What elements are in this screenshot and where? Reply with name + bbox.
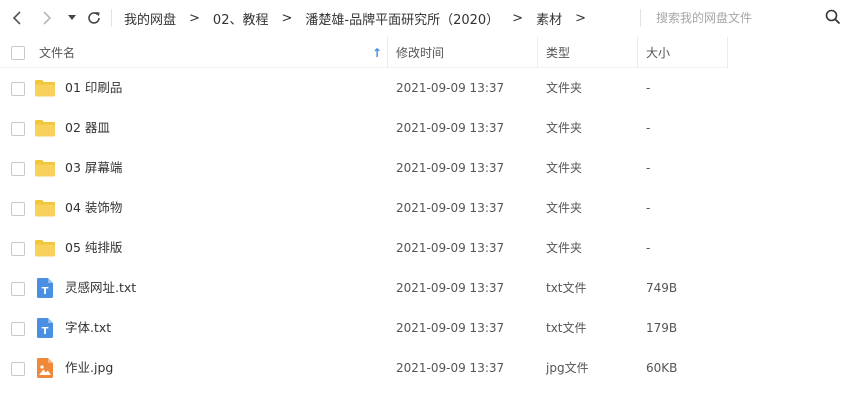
breadcrumb-item-course[interactable]: 潘楚雄-品牌平面研究所（2020） <box>305 9 499 28</box>
file-type: jpg文件 <box>546 361 589 375</box>
column-header-size-label: 大小 <box>646 46 671 60</box>
folder-icon <box>35 200 55 217</box>
column-header-name[interactable]: 文件名 ↑ <box>39 37 384 68</box>
select-all-cell <box>11 37 25 68</box>
file-type: txt文件 <box>546 281 587 295</box>
file-modified: 2021-09-09 13:37 <box>396 201 505 215</box>
search-box <box>640 0 862 36</box>
back-button[interactable] <box>8 8 28 28</box>
breadcrumb-item-tutorial[interactable]: 02、教程 <box>213 9 269 28</box>
file-name[interactable]: 01 印刷品 <box>65 68 122 108</box>
column-header-name-label: 文件名 <box>39 46 76 60</box>
file-list: 01 印刷品 2021-09-09 13:37 文件夹 - 02 器皿 2021… <box>0 68 862 388</box>
search-icon <box>825 9 841 25</box>
file-row[interactable]: T 灵感网址.txt 2021-09-09 13:37 txt文件 749B <box>0 268 862 308</box>
file-modified: 2021-09-09 13:37 <box>396 241 505 255</box>
file-row[interactable]: 05 纯排版 2021-09-09 13:37 文件夹 - <box>0 228 862 268</box>
file-size: - <box>646 81 651 95</box>
file-size: 749B <box>646 281 678 295</box>
breadcrumb-separator: > <box>575 10 586 26</box>
column-divider[interactable] <box>387 37 388 68</box>
search-input[interactable] <box>656 8 816 28</box>
folder-icon <box>35 240 55 257</box>
file-type: 文件夹 <box>546 81 583 95</box>
row-checkbox[interactable] <box>11 362 25 376</box>
file-name[interactable]: 02 器皿 <box>65 108 110 148</box>
file-size: 60KB <box>646 361 678 375</box>
column-header-size[interactable]: 大小 <box>646 37 726 68</box>
column-header-modified-label: 修改时间 <box>396 46 445 60</box>
image-file-icon <box>37 358 53 378</box>
column-divider[interactable] <box>727 37 728 68</box>
search-button[interactable] <box>824 8 844 28</box>
row-checkbox[interactable] <box>11 122 25 136</box>
file-row[interactable]: T 字体.txt 2021-09-09 13:37 txt文件 179B <box>0 308 862 348</box>
toolbar-divider <box>111 9 112 27</box>
breadcrumb: 我的网盘 > 02、教程 > 潘楚雄-品牌平面研究所（2020） > 素材 > <box>124 0 599 36</box>
folder-icon <box>35 120 55 137</box>
file-modified: 2021-09-09 13:37 <box>396 361 505 375</box>
file-row[interactable]: 03 屏幕端 2021-09-09 13:37 文件夹 - <box>0 148 862 188</box>
search-divider <box>640 9 641 27</box>
file-name[interactable]: 灵感网址.txt <box>65 268 136 308</box>
chevron-right-icon <box>43 11 52 25</box>
file-list-header: 文件名 ↑ 修改时间 类型 大小 <box>0 37 862 68</box>
refresh-icon <box>88 12 100 24</box>
row-checkbox[interactable] <box>11 322 25 336</box>
file-modified: 2021-09-09 13:37 <box>396 321 505 335</box>
svg-text:T: T <box>42 326 49 337</box>
file-size: - <box>646 161 651 175</box>
file-row[interactable]: 04 装饰物 2021-09-09 13:37 文件夹 - <box>0 188 862 228</box>
folder-icon <box>35 80 55 97</box>
file-type: txt文件 <box>546 321 587 335</box>
file-size: 179B <box>646 321 678 335</box>
file-modified: 2021-09-09 13:37 <box>396 121 505 135</box>
breadcrumb-item-root[interactable]: 我的网盘 <box>124 9 176 28</box>
file-type: 文件夹 <box>546 161 583 175</box>
row-checkbox[interactable] <box>11 202 25 216</box>
history-dropdown-button[interactable] <box>62 8 82 28</box>
file-type: 文件夹 <box>546 241 583 255</box>
column-header-type[interactable]: 类型 <box>546 37 636 68</box>
txt-file-icon: T <box>37 318 53 338</box>
column-header-modified[interactable]: 修改时间 <box>396 37 536 68</box>
folder-icon <box>35 160 55 177</box>
row-checkbox[interactable] <box>11 82 25 96</box>
toolbar: 我的网盘 > 02、教程 > 潘楚雄-品牌平面研究所（2020） > 素材 > <box>0 0 862 36</box>
file-row[interactable]: 作业.jpg 2021-09-09 13:37 jpg文件 60KB <box>0 348 862 388</box>
file-row[interactable]: 02 器皿 2021-09-09 13:37 文件夹 - <box>0 108 862 148</box>
file-modified: 2021-09-09 13:37 <box>396 281 505 295</box>
row-checkbox[interactable] <box>11 282 25 296</box>
file-name[interactable]: 作业.jpg <box>65 348 113 388</box>
file-name[interactable]: 字体.txt <box>65 308 111 348</box>
file-size: - <box>646 201 651 215</box>
row-checkbox[interactable] <box>11 242 25 256</box>
breadcrumb-item-current[interactable]: 素材 <box>536 9 562 28</box>
file-name[interactable]: 03 屏幕端 <box>65 148 122 188</box>
file-row[interactable]: 01 印刷品 2021-09-09 13:37 文件夹 - <box>0 68 862 108</box>
txt-file-icon: T <box>37 278 53 298</box>
file-type: 文件夹 <box>546 121 583 135</box>
breadcrumb-separator: > <box>512 10 524 26</box>
refresh-button[interactable] <box>84 8 104 28</box>
column-divider[interactable] <box>537 37 538 68</box>
file-size: - <box>646 121 651 135</box>
forward-button[interactable] <box>36 8 56 28</box>
breadcrumb-separator: > <box>281 10 293 26</box>
file-size: - <box>646 241 651 255</box>
column-header-type-label: 类型 <box>546 46 571 60</box>
column-divider[interactable] <box>637 37 638 68</box>
caret-down-icon <box>68 15 76 20</box>
svg-text:T: T <box>42 286 49 297</box>
file-name[interactable]: 05 纯排版 <box>65 228 122 268</box>
row-checkbox[interactable] <box>11 162 25 176</box>
file-name[interactable]: 04 装饰物 <box>65 188 122 228</box>
select-all-checkbox[interactable] <box>11 45 25 60</box>
breadcrumb-separator: > <box>189 10 200 26</box>
file-modified: 2021-09-09 13:37 <box>396 81 505 95</box>
file-type: 文件夹 <box>546 201 583 215</box>
sort-ascending-icon: ↑ <box>372 45 383 60</box>
file-modified: 2021-09-09 13:37 <box>396 161 505 175</box>
chevron-left-icon <box>12 11 21 25</box>
